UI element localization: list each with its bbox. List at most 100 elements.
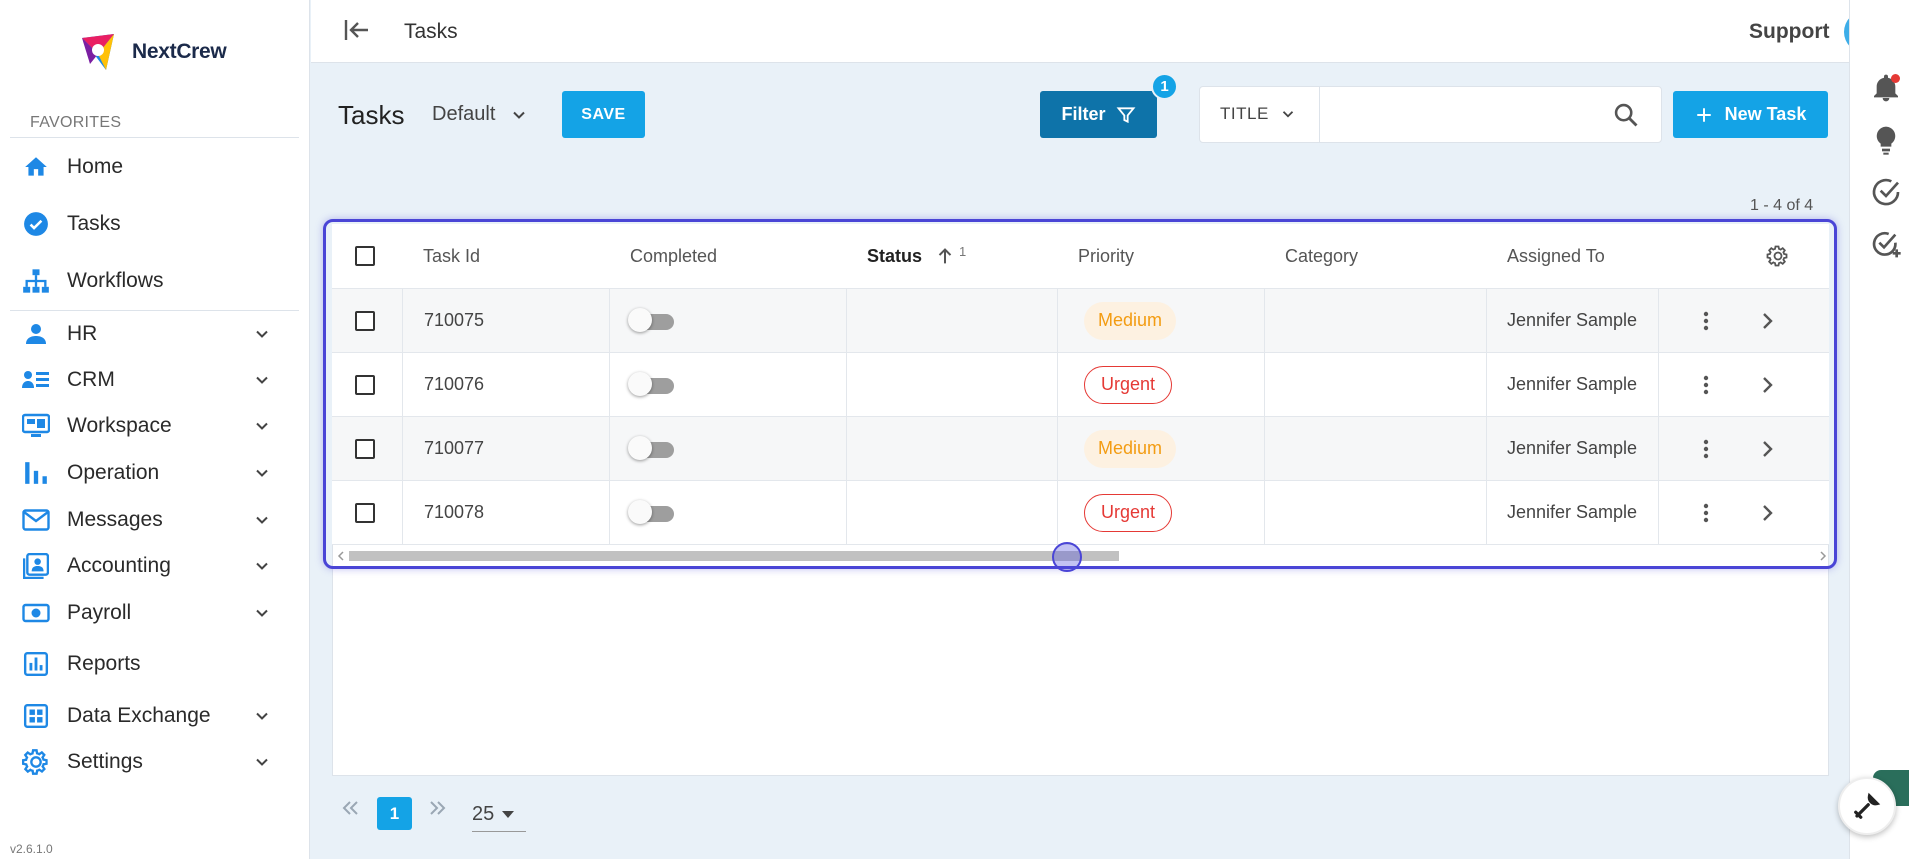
chevron-down-icon: [1282, 111, 1293, 118]
column-settings-button[interactable]: [1766, 224, 1790, 288]
new-task-button[interactable]: New Task: [1673, 91, 1828, 138]
chevron-down-icon: [256, 469, 268, 477]
column-header-priority[interactable]: Priority: [1078, 224, 1134, 288]
column-divider: [402, 289, 403, 352]
sidebar-item-data-exchange[interactable]: Data Exchange: [0, 696, 300, 736]
my-tasks-button[interactable]: [1870, 176, 1902, 208]
column-divider: [1057, 353, 1058, 416]
scroll-right-icon[interactable]: [1819, 551, 1827, 561]
table-row[interactable]: 710078 Urgent Jennifer Sample: [332, 481, 1829, 545]
task-add-icon: [1872, 231, 1901, 258]
more-vertical-icon: [1703, 503, 1709, 522]
sort-order-index: 1: [959, 243, 967, 259]
check-circle-outline-icon: [1872, 178, 1900, 206]
sidebar-item-home[interactable]: Home: [0, 147, 300, 187]
sidebar-item-reports[interactable]: Reports: [0, 644, 300, 684]
row-open-button[interactable]: [1755, 353, 1779, 416]
last-page-icon[interactable]: [426, 796, 450, 820]
filter-button[interactable]: Filter: [1040, 91, 1157, 138]
sidebar-item-payroll[interactable]: Payroll: [0, 593, 300, 633]
page-size-select[interactable]: 25: [472, 797, 526, 832]
row-open-button[interactable]: [1755, 481, 1779, 544]
plus-icon: [1696, 107, 1711, 122]
column-header-label: Completed: [630, 245, 718, 266]
assistant-button[interactable]: [1838, 777, 1896, 835]
select-all-checkbox[interactable]: [355, 246, 375, 266]
filter-label: Filter: [1061, 104, 1106, 124]
row-menu-button[interactable]: [1694, 417, 1718, 480]
brand-name: NextCrew: [132, 40, 227, 63]
completed-toggle[interactable]: [628, 371, 674, 396]
brand-logo[interactable]: NextCrew: [76, 30, 227, 74]
scrollbar-thumb[interactable]: [349, 551, 1119, 561]
sidebar-item-workflows[interactable]: Workflows: [0, 261, 300, 301]
completed-toggle[interactable]: [628, 435, 674, 460]
sidebar-item-label: Reports: [67, 652, 141, 675]
sidebar-item-label: CRM: [67, 368, 115, 391]
chevron-down-icon: [256, 376, 268, 384]
row-menu-button[interactable]: [1694, 353, 1718, 416]
view-select[interactable]: Default: [432, 103, 529, 126]
bar-chart-icon: [22, 459, 50, 487]
column-header-status[interactable]: Status 1: [867, 224, 966, 288]
sidebar-item-tasks[interactable]: Tasks: [0, 204, 300, 244]
sidebar-item-crm[interactable]: CRM: [0, 360, 300, 400]
table-row[interactable]: 710076 Urgent Jennifer Sample: [332, 353, 1829, 417]
sidebar-item-operation[interactable]: Operation: [0, 453, 300, 493]
row-menu-button[interactable]: [1694, 481, 1718, 544]
sidebar-item-label: Home: [67, 155, 124, 178]
row-select-cell: [355, 353, 375, 416]
sidebar-item-workspace[interactable]: Workspace: [0, 406, 300, 446]
search-field-select[interactable]: TITLE: [1220, 104, 1297, 124]
column-header-completed[interactable]: Completed: [630, 224, 717, 288]
search-icon[interactable]: [1612, 101, 1640, 129]
row-menu-button[interactable]: [1694, 289, 1718, 352]
save-button[interactable]: SAVE: [562, 91, 645, 138]
table-row[interactable]: 710077 Medium Jennifer Sample: [332, 417, 1829, 481]
sidebar-item-label: Payroll: [67, 601, 132, 624]
more-vertical-icon: [1703, 439, 1709, 458]
sidebar-item-label: Workflows: [67, 269, 164, 292]
sidebar-item-settings[interactable]: Settings: [0, 742, 300, 782]
completed-toggle[interactable]: [628, 307, 674, 332]
notifications-button[interactable]: [1870, 72, 1902, 104]
column-header-task-id[interactable]: Task Id: [423, 224, 480, 288]
row-open-button[interactable]: [1755, 289, 1779, 352]
record-count: 1 - 4 of 4: [1750, 197, 1814, 214]
row-open-button[interactable]: [1755, 417, 1779, 480]
sidebar-item-hr[interactable]: HR: [0, 314, 300, 354]
drag-handle[interactable]: [1052, 542, 1082, 572]
page-button-current[interactable]: 1: [377, 797, 412, 830]
column-divider: [846, 289, 847, 352]
tips-button[interactable]: [1870, 124, 1902, 156]
wrench-icon: [1854, 792, 1881, 819]
assigned-to-cell: Jennifer Sample: [1507, 374, 1638, 394]
horizontal-scrollbar[interactable]: [337, 549, 1827, 563]
search-box: TITLE: [1199, 86, 1662, 143]
collapse-sidebar-icon[interactable]: [341, 14, 373, 46]
chevron-right-icon: [1763, 504, 1773, 521]
chevron-down-icon: [256, 516, 268, 524]
search-input[interactable]: [1326, 95, 1606, 135]
column-header-assigned-to[interactable]: Assigned To: [1507, 224, 1605, 288]
priority-cell: Urgent: [1084, 353, 1173, 416]
first-page-icon[interactable]: [338, 796, 362, 820]
sidebar-item-messages[interactable]: Messages: [0, 500, 300, 540]
column-divider: [846, 417, 847, 480]
row-checkbox[interactable]: [355, 310, 375, 331]
sidebar-item-accounting[interactable]: Accounting: [0, 546, 300, 586]
topbar-title: Tasks: [404, 20, 458, 43]
completed-toggle[interactable]: [628, 499, 674, 524]
column-header-category[interactable]: Category: [1285, 224, 1358, 288]
column-divider: [609, 481, 610, 544]
sidebar-item-label: Tasks: [67, 212, 121, 235]
add-task-button[interactable]: [1870, 228, 1902, 260]
support-link[interactable]: Support: [1749, 20, 1829, 44]
scroll-left-icon[interactable]: [337, 551, 345, 561]
table-row[interactable]: 710075 Medium Jennifer Sample: [332, 289, 1829, 353]
row-checkbox[interactable]: [355, 502, 375, 523]
report-icon: [22, 650, 50, 678]
row-checkbox[interactable]: [355, 374, 375, 395]
row-checkbox[interactable]: [355, 438, 375, 459]
column-divider: [846, 481, 847, 544]
